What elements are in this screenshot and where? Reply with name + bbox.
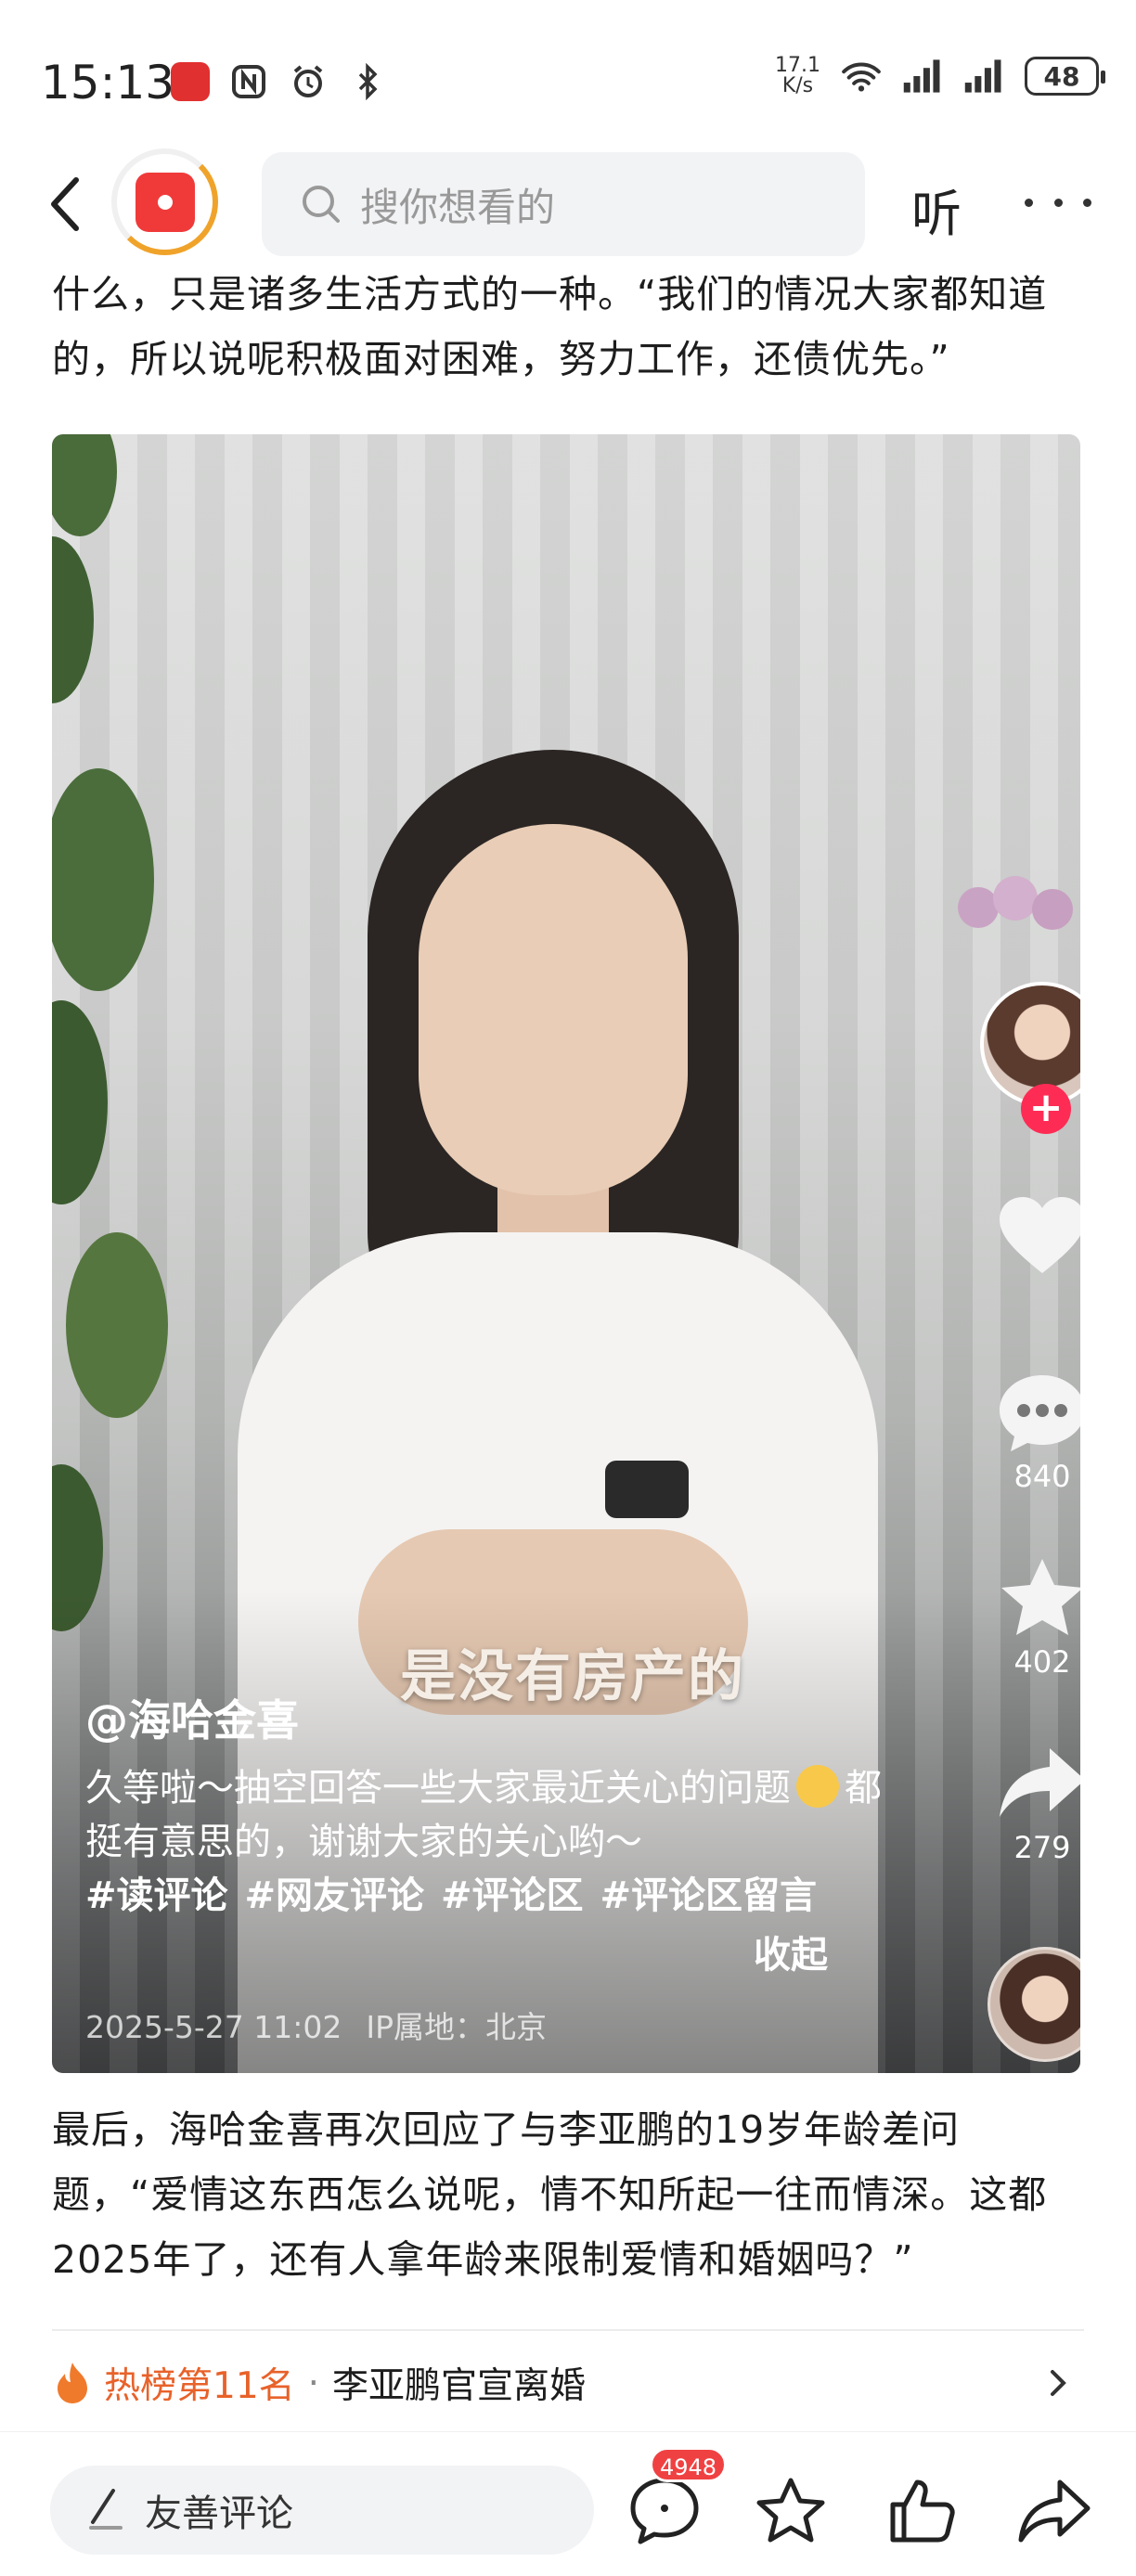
hashtag[interactable]: #读评论 — [85, 1874, 228, 1917]
status-time: 15:13 — [41, 56, 175, 109]
app-logo-mark — [135, 172, 195, 232]
network-speed: 17.1 K/s — [775, 54, 820, 97]
huawei-app-icon — [171, 62, 210, 101]
comment-bubble-icon — [630, 2478, 699, 2544]
share-button[interactable] — [1013, 2469, 1095, 2551]
video-author[interactable]: @海哈金喜 — [85, 1687, 299, 1748]
bottom-action-bar: 友善评论 4948 — [0, 2431, 1136, 2576]
share-count: 279 — [1013, 1830, 1071, 1865]
star-icon — [1001, 1559, 1080, 1635]
hashtag[interactable]: #评论区留言 — [600, 1874, 818, 1917]
status-system-icons: 17.1 K/s 48 — [775, 54, 1105, 97]
alarm-icon — [288, 61, 329, 102]
more-icon[interactable] — [1021, 173, 1095, 232]
status-notification-icons — [171, 61, 388, 102]
favorite-count: 402 — [1013, 1644, 1071, 1680]
back-button[interactable] — [37, 174, 93, 234]
favorite-button[interactable] — [750, 2469, 832, 2551]
hot-separator: · — [307, 2362, 320, 2404]
share-action[interactable]: 279 — [980, 1743, 1080, 1865]
battery-indicator: 48 — [1025, 57, 1105, 96]
share-arrow-icon — [1000, 1748, 1080, 1817]
hashtag[interactable]: #评论区 — [441, 1874, 584, 1917]
like-action[interactable] — [980, 1195, 1080, 1279]
comment-action[interactable]: 840 — [980, 1372, 1080, 1494]
video-description: 久等啦～抽空回答一些大家最近关心的问题 都挺有意思的，谢谢大家的关心哟～ — [85, 1765, 882, 1863]
hot-list-link[interactable]: 热榜第11名 · 李亚鹏官宣离婚 — [52, 2346, 1084, 2420]
nfc-icon — [228, 61, 269, 102]
comment-bubble-icon — [1000, 1375, 1080, 1451]
video-meta: 2025-5-27 11:02 IP属地：北京 — [85, 2003, 571, 2047]
hashtag[interactable]: #网友评论 — [245, 1874, 425, 1917]
top-navigation: 搜你想看的 听 — [0, 148, 1136, 260]
hot-rank: 热榜第11名 — [104, 2365, 295, 2407]
comment-input[interactable]: 友善评论 — [50, 2466, 594, 2555]
video-date: 2025-5-27 11:02 — [85, 2009, 342, 2045]
signal-icon-2 — [963, 56, 1004, 97]
thumbs-up-icon — [890, 2479, 955, 2543]
status-bar: 15:13 17.1 K/s 48 — [0, 0, 1136, 158]
like-button[interactable] — [882, 2469, 963, 2551]
search-placeholder: 搜你想看的 — [360, 184, 556, 230]
smile-emoji-icon — [796, 1765, 839, 1808]
hot-topic: 李亚鹏官宣离婚 — [332, 2365, 587, 2407]
video-ip-location: IP属地：北京 — [366, 2009, 548, 2045]
collapse-button[interactable]: 收起 — [754, 1925, 828, 1978]
share-arrow-icon — [1018, 2479, 1091, 2543]
article-paragraph: 什么，只是诸多生活方式的一种。“我们的情况大家都知道的，所以说呢积极面对困难，努… — [52, 272, 1048, 381]
wifi-icon — [841, 56, 882, 97]
favorite-action[interactable]: 402 — [980, 1557, 1080, 1680]
person-face — [419, 824, 688, 1195]
back-arrow-icon — [51, 177, 79, 231]
follow-button[interactable]: + — [1021, 1084, 1071, 1134]
article-paragraph: 最后，海哈金喜再次回应了与李亚鹏的19岁年龄差问题，“爱情这东西怎么说呢，情不知… — [52, 2107, 1048, 2282]
star-icon — [756, 2478, 825, 2543]
search-input[interactable]: 搜你想看的 — [262, 152, 865, 256]
listen-button[interactable]: 听 — [911, 173, 962, 246]
search-icon — [303, 186, 340, 223]
divider — [52, 2329, 1084, 2331]
fire-icon — [58, 2363, 87, 2403]
video-player[interactable]: 是没有房产的 @海哈金喜 久等啦～抽空回答一些大家最近关心的问题 都挺有意思的，谢… — [52, 434, 1080, 2073]
comment-count: 840 — [1013, 1459, 1071, 1494]
pen-icon — [89, 2489, 123, 2530]
signal-icon-1 — [902, 56, 943, 97]
video-hashtags: #读评论 #网友评论 #评论区 #评论区留言 — [85, 1869, 833, 1923]
video-subtitle: 是没有房产的 — [400, 1644, 745, 1709]
bluetooth-icon — [347, 61, 388, 102]
app-logo[interactable] — [111, 148, 218, 255]
comment-placeholder: 友善评论 — [145, 2492, 293, 2535]
comment-count-badge: 4948 — [650, 2447, 728, 2482]
lapel-mic — [605, 1461, 689, 1518]
heart-icon — [1000, 1197, 1080, 1273]
chevron-right-icon — [1051, 2370, 1066, 2396]
flower-decoration — [958, 876, 1073, 930]
